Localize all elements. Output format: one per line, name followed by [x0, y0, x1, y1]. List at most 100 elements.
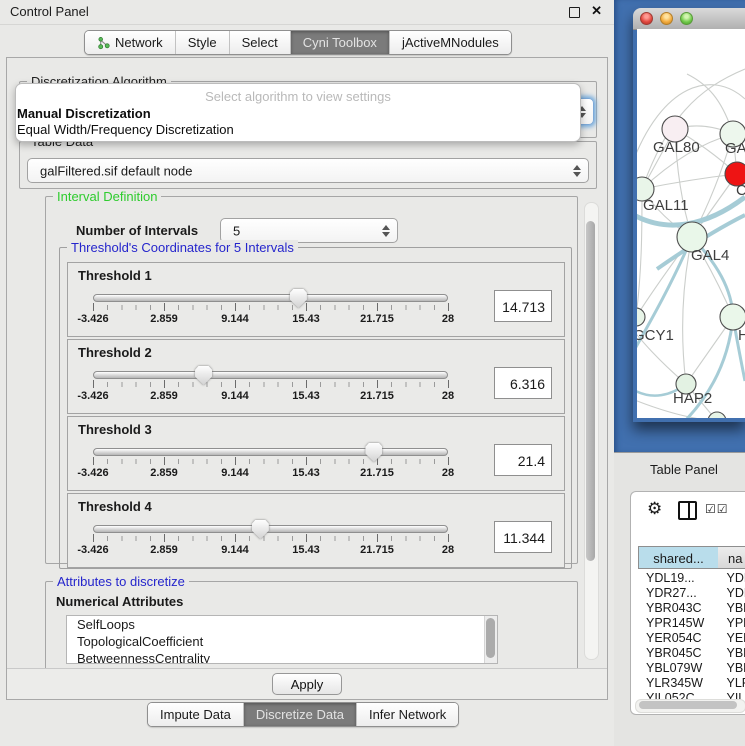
- cell-name[interactable]: YER0: [726, 631, 745, 646]
- combo-value: galFiltered.sif default node: [40, 163, 192, 178]
- network-view-window: GAL80GACGAL11GAL4GCY1HHAP2: [633, 8, 745, 422]
- group-title: Attributes to discretize: [53, 574, 189, 589]
- tab-discretize-data[interactable]: Discretize Data: [243, 703, 356, 726]
- slider-tick-labels: -3.4262.8599.14415.4321.71528: [93, 521, 448, 561]
- checkbox-icons[interactable]: ☑☑: [705, 502, 729, 516]
- column-header-name[interactable]: na: [718, 546, 745, 569]
- close-icon[interactable]: ✕: [591, 3, 602, 19]
- zoom-traffic-light[interactable]: [680, 12, 693, 25]
- threshold-4-value[interactable]: 11.344: [494, 521, 552, 553]
- list-item[interactable]: SelfLoops: [67, 616, 497, 633]
- table-row[interactable]: YDR27... YDR2: [638, 586, 745, 601]
- scrollbar-thumb[interactable]: [639, 701, 737, 709]
- interval-definition-group: Interval Definition Number of Intervals …: [45, 196, 578, 564]
- tab-label: jActiveMNodules: [402, 35, 499, 50]
- cell-name[interactable]: YBR0: [726, 601, 745, 616]
- cell-name[interactable]: YDL1: [726, 571, 745, 586]
- table-row[interactable]: YLR345W YLR3: [638, 676, 745, 691]
- threshold-1-value[interactable]: 14.713: [494, 290, 552, 322]
- node-label: GA: [725, 140, 745, 157]
- cell-shared-name[interactable]: YBR045C: [638, 646, 723, 661]
- tab-jactivemnodules[interactable]: jActiveMNodules: [389, 31, 511, 54]
- threshold-3-slider[interactable]: -3.4262.8599.14415.4321.71528: [93, 444, 448, 484]
- dropdown-item-manual-discretization[interactable]: Manual Discretization: [17, 106, 151, 121]
- list-item[interactable]: TopologicalCoefficient: [67, 633, 497, 650]
- cell-shared-name[interactable]: YDL19...: [638, 571, 723, 586]
- node-label: H: [738, 327, 745, 344]
- cell-name[interactable]: YPR1: [726, 616, 745, 631]
- cell-name[interactable]: YDR2: [726, 586, 745, 601]
- cell-name[interactable]: YBR0: [726, 646, 745, 661]
- minimize-traffic-light[interactable]: [660, 12, 673, 25]
- threshold-1-slider[interactable]: -3.4262.8599.14415.4321.71528: [93, 290, 448, 330]
- cell-name[interactable]: YLR3: [726, 676, 745, 691]
- tab-select[interactable]: Select: [229, 31, 290, 54]
- threshold-2-value[interactable]: 6.316: [494, 367, 552, 399]
- gear-icon[interactable]: ⚙: [647, 499, 662, 519]
- tab-label: Infer Network: [369, 707, 446, 722]
- list-item[interactable]: BetweennessCentrality: [67, 650, 497, 664]
- apply-button[interactable]: Apply: [272, 673, 342, 695]
- control-panel: Control Panel ✕ Network Style Select Cyn…: [0, 0, 614, 745]
- tab-style[interactable]: Style: [175, 31, 229, 54]
- cell-shared-name[interactable]: YBL079W: [638, 661, 723, 676]
- slider-thumb[interactable]: [290, 289, 307, 308]
- close-traffic-light[interactable]: [640, 12, 653, 25]
- table-row[interactable]: YDL19... YDL1: [638, 571, 745, 586]
- tab-label: Style: [188, 35, 217, 50]
- slider-thumb[interactable]: [195, 366, 212, 385]
- threshold-4-slider[interactable]: -3.4262.8599.14415.4321.71528: [93, 521, 448, 561]
- group-title: Threshold's Coordinates for 5 Intervals: [67, 240, 298, 255]
- network-icon: [97, 36, 110, 50]
- list-scrollbar[interactable]: [484, 616, 497, 663]
- node-label: HAP2: [673, 390, 712, 407]
- table-row[interactable]: YBR045C YBR0: [638, 646, 745, 661]
- table-row[interactable]: YBL079W YBL0: [638, 661, 745, 676]
- cell-name[interactable]: YBL0: [726, 661, 745, 676]
- float-window-icon[interactable]: [569, 7, 580, 18]
- threshold-1-panel: Threshold 1 -3.4262.8599.14415.4321.7152…: [67, 262, 565, 337]
- tab-label: Network: [115, 35, 163, 50]
- threshold-3-panel: Threshold 3 -3.4262.8599.14415.4321.7152…: [67, 416, 565, 491]
- table-data-group: Table Data galFiltered.sif default node: [19, 141, 597, 189]
- slider-thumb[interactable]: [365, 443, 382, 462]
- cyni-toolbox-panel: Discretization Algorithm Select algorith…: [6, 57, 608, 700]
- network-node[interactable]: [637, 308, 645, 326]
- bottom-tab-bar: Impute Data Discretize Data Infer Networ…: [147, 702, 459, 727]
- dropdown-item-equal-width-frequency[interactable]: Equal Width/Frequency Discretization: [17, 122, 234, 137]
- node-label: C: [736, 182, 745, 199]
- horizontal-scrollbar[interactable]: [635, 699, 745, 713]
- slider-thumb[interactable]: [252, 520, 269, 539]
- vertical-scrollbar[interactable]: [584, 202, 599, 660]
- table-row[interactable]: YIL052C YIL0: [638, 691, 745, 699]
- cell-shared-name[interactable]: YLR345W: [638, 676, 723, 691]
- scrollbar-thumb[interactable]: [586, 221, 595, 561]
- tab-impute-data[interactable]: Impute Data: [148, 703, 243, 726]
- tab-network[interactable]: Network: [85, 31, 175, 54]
- column-header-shared-name[interactable]: shared...: [638, 546, 719, 569]
- tab-infer-network[interactable]: Infer Network: [356, 703, 458, 726]
- threshold-2-panel: Threshold 2 -3.4262.8599.14415.4321.7152…: [67, 339, 565, 414]
- threshold-2-slider[interactable]: -3.4262.8599.14415.4321.71528: [93, 367, 448, 407]
- cell-shared-name[interactable]: YBR043C: [638, 601, 723, 616]
- cell-shared-name[interactable]: YIL052C: [638, 691, 723, 699]
- table-row[interactable]: YER054C YER0: [638, 631, 745, 646]
- cell-shared-name[interactable]: YDR27...: [638, 586, 723, 601]
- cell-shared-name[interactable]: YER054C: [638, 631, 723, 646]
- table-panel-title: Table Panel: [650, 462, 718, 477]
- tab-label: Select: [242, 35, 278, 50]
- cell-shared-name[interactable]: YPR145W: [638, 616, 723, 631]
- tab-cyni-toolbox[interactable]: Cyni Toolbox: [290, 31, 389, 54]
- numerical-attributes-list[interactable]: SelfLoopsTopologicalCoefficientBetweenne…: [66, 615, 498, 664]
- threshold-3-value[interactable]: 21.4: [494, 444, 552, 476]
- cell-name[interactable]: YIL0: [726, 691, 745, 699]
- number-of-intervals-label: Number of Intervals: [76, 223, 198, 238]
- table-data-select[interactable]: galFiltered.sif default node: [27, 158, 589, 183]
- split-columns-icon[interactable]: [678, 501, 697, 520]
- table-body: YDL19... YDL1 YDR27... YDR2 YBR043C YBR0…: [638, 571, 745, 699]
- settings-scroll-region: Interval Definition Number of Intervals …: [10, 190, 604, 668]
- network-window-titlebar[interactable]: [633, 8, 745, 30]
- table-row[interactable]: YPR145W YPR1: [638, 616, 745, 631]
- network-canvas[interactable]: GAL80GACGAL11GAL4GCY1HHAP2: [637, 29, 745, 418]
- table-row[interactable]: YBR043C YBR0: [638, 601, 745, 616]
